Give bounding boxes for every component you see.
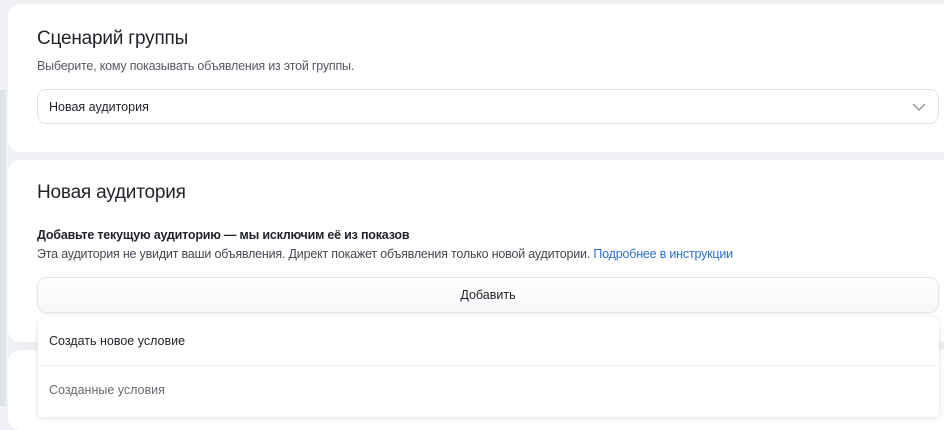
instructions-link[interactable]: Подробнее в инструкции [593,247,733,261]
audience-description: Эта аудитория не увидит ваши объявления.… [37,247,733,261]
menu-item-create-condition[interactable]: Создать новое условие [38,317,939,365]
chevron-down-icon [912,103,926,111]
audience-title: Новая аудитория [37,182,186,203]
scenario-title: Сценарий группы [37,28,189,49]
scenario-select-value: Новая аудитория [49,99,149,114]
audience-bold-text: Добавьте текущую аудиторию — мы исключим… [37,228,410,242]
scenario-card: Сценарий группы Выберите, кому показыват… [8,4,944,152]
page-edge [0,90,6,406]
scenario-subtitle: Выберите, кому показывать объявления из … [37,59,355,73]
scenario-select[interactable]: Новая аудитория [37,89,939,124]
audience-card: Новая аудитория Добавьте текущую аудитор… [8,160,944,342]
description-text: Эта аудитория не увидит ваши объявления.… [37,247,594,261]
add-button[interactable]: Добавить [37,277,939,313]
add-dropdown-menu: Создать новое условие Созданные условия [38,317,939,417]
